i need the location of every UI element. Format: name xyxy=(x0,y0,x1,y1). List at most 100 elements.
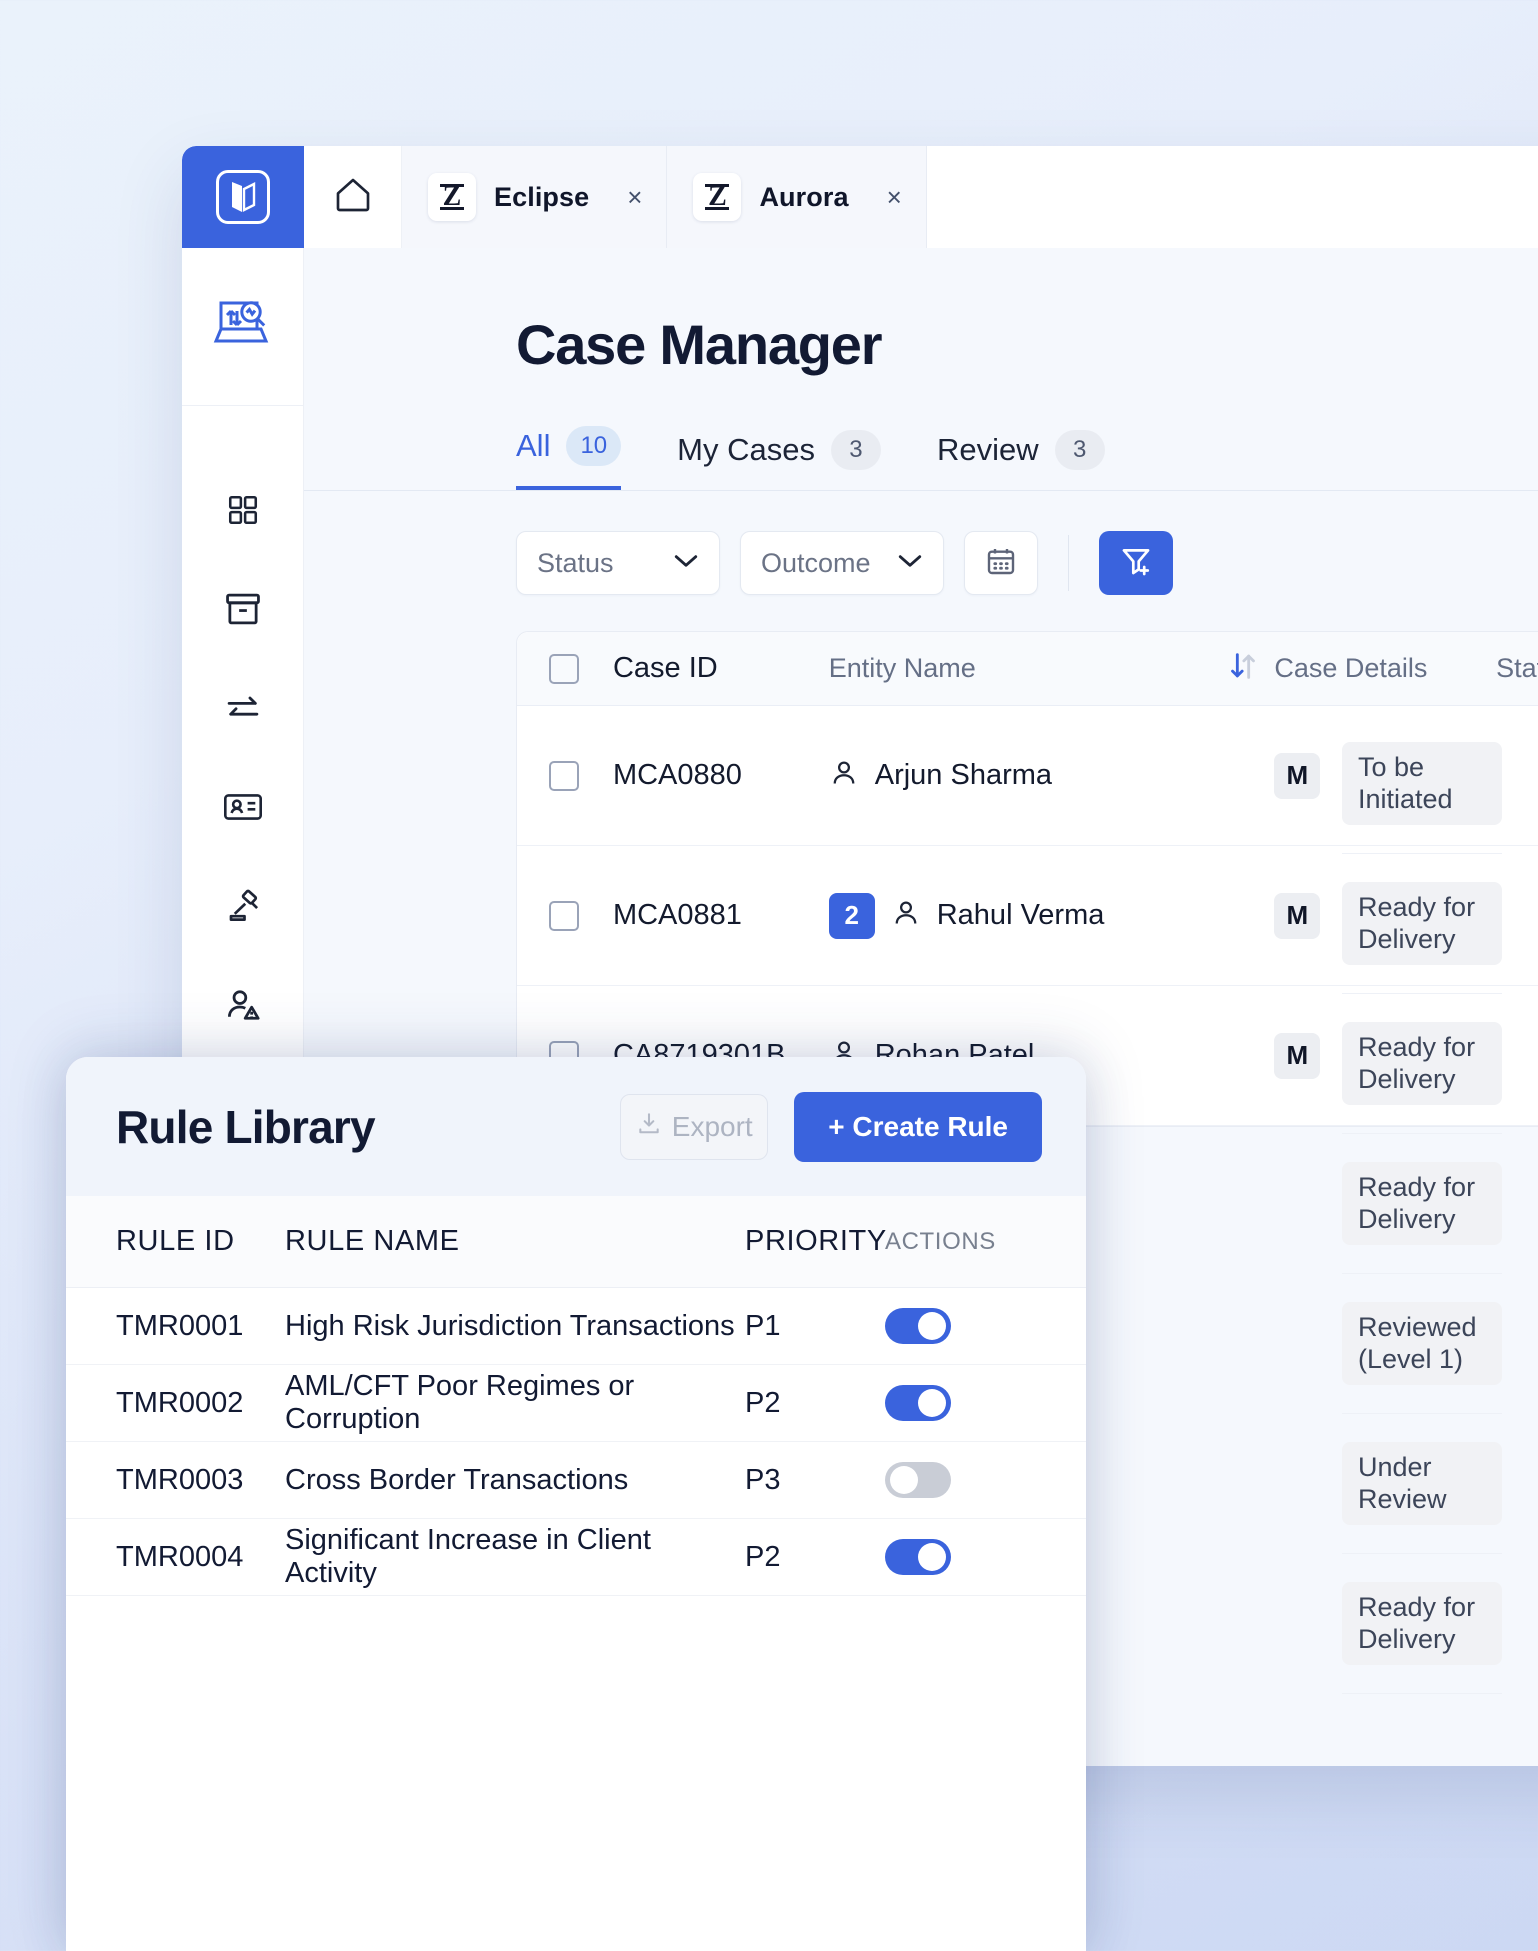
column-header-entity-name[interactable]: Entity Name xyxy=(829,653,1165,684)
rule-library-panel: Rule Library Export + Create Rule RULE I… xyxy=(66,1057,1086,1951)
sidebar-item-transfers[interactable] xyxy=(215,682,271,738)
browser-tab-aurora[interactable]: Z Aurora × xyxy=(667,146,927,248)
column-header-case-details[interactable]: Case Details xyxy=(1274,653,1496,684)
cell-actions xyxy=(885,1385,1035,1421)
sidebar-item-entities[interactable] xyxy=(215,781,271,837)
sidebar-item-cases[interactable] xyxy=(215,880,271,936)
column-header-rule-name[interactable]: RULE NAME xyxy=(285,1225,745,1258)
case-table-header: Case ID Entity Name Case Details Status xyxy=(517,632,1538,706)
select-all-checkbox-cell[interactable] xyxy=(517,653,613,684)
tab-label: My Cases xyxy=(677,432,815,467)
status-cell: Ready for Delivery xyxy=(1342,994,1502,1134)
cell-rule-id: TMR0001 xyxy=(116,1309,244,1342)
case-type-badge: M xyxy=(1274,1032,1321,1079)
table-row[interactable]: TMR0002 AML/CFT Poor Regimes or Corrupti… xyxy=(66,1365,1086,1442)
cell-rule-name: AML/CFT Poor Regimes or Corruption xyxy=(285,1370,635,1435)
tab-label: Review xyxy=(936,432,1039,467)
column-header-case-id[interactable]: Case ID xyxy=(613,652,829,685)
alert-count-badge: 2 xyxy=(828,892,875,939)
cell-entity-name: 2 Rahul Verma xyxy=(828,892,1165,939)
filter-plus-icon xyxy=(1119,544,1153,583)
cell-actions xyxy=(885,1539,1035,1575)
gavel-icon xyxy=(225,889,261,928)
archive-box-icon xyxy=(224,592,262,631)
date-range-filter-button[interactable] xyxy=(964,531,1038,595)
status-badge: Under Review xyxy=(1342,1442,1502,1525)
tab-my-cases[interactable]: My Cases 3 xyxy=(677,430,881,490)
column-header-rule-id[interactable]: RULE ID xyxy=(66,1225,285,1258)
sort-arrows-icon xyxy=(1226,649,1260,688)
row-checkbox[interactable] xyxy=(549,900,579,931)
cell-priority: P3 xyxy=(745,1463,781,1496)
status-badge: Reviewed (Level 1) xyxy=(1342,1302,1502,1385)
filter-toolbar: Status Outcome xyxy=(304,491,1538,595)
status-badge: To be Initiated xyxy=(1342,742,1502,825)
cell-entity-name: Arjun Sharma xyxy=(829,758,1165,793)
cell-case-id: MCA0881 xyxy=(612,899,742,931)
row-checkbox-cell[interactable] xyxy=(517,900,613,931)
tab-label: All xyxy=(516,428,551,463)
cell-actions xyxy=(885,1462,1035,1498)
status-cell: Ready for Delivery xyxy=(1342,1554,1502,1694)
status-badge: Ready for Delivery xyxy=(1342,882,1502,965)
tab-count-badge: 10 xyxy=(566,426,622,466)
page-title: Case Manager xyxy=(516,313,883,376)
tab-label: Eclipse xyxy=(494,181,590,212)
cell-rule-id: TMR0004 xyxy=(116,1540,244,1573)
status-cell: Under Review xyxy=(1342,1414,1502,1554)
sort-control[interactable] xyxy=(1164,649,1274,688)
cell-rule-id: TMR0003 xyxy=(116,1463,244,1496)
sidebar-item-risk-users[interactable] xyxy=(215,979,271,1035)
rule-enabled-toggle[interactable] xyxy=(885,1539,951,1575)
chevron-down-icon xyxy=(897,553,923,574)
column-header-actions[interactable]: ACTIONS xyxy=(885,1228,1035,1256)
rule-enabled-toggle[interactable] xyxy=(885,1385,951,1421)
case-type-badge: M xyxy=(1274,752,1321,799)
outcome-filter-label: Outcome xyxy=(761,547,871,578)
create-rule-button[interactable]: + Create Rule xyxy=(794,1091,1042,1162)
status-filter-select[interactable]: Status xyxy=(516,531,720,595)
rail-product-icon-area[interactable] xyxy=(182,248,303,406)
row-checkbox-cell[interactable] xyxy=(517,760,613,791)
status-column: To be Initiated Ready for Delivery Ready… xyxy=(1342,714,1502,1694)
export-button-label: Export xyxy=(671,1110,753,1142)
table-row[interactable]: TMR0001 High Risk Jurisdiction Transacti… xyxy=(66,1288,1086,1365)
toolbar-divider xyxy=(1068,535,1069,591)
add-filter-button[interactable] xyxy=(1099,531,1173,595)
cell-case-id: MCA0880 xyxy=(612,759,742,791)
sidebar-item-dashboard[interactable] xyxy=(215,484,271,540)
export-button[interactable]: Export xyxy=(620,1093,769,1160)
row-checkbox[interactable] xyxy=(549,760,579,791)
logo-mark-icon xyxy=(216,170,270,224)
browser-tab-eclipse[interactable]: Z Eclipse × xyxy=(402,146,668,248)
table-row[interactable]: TMR0004 Significant Increase in Client A… xyxy=(66,1519,1086,1596)
id-card-icon xyxy=(223,791,263,828)
close-icon[interactable]: × xyxy=(627,184,642,210)
rule-library-header: Rule Library Export + Create Rule xyxy=(66,1057,1086,1196)
sidebar-item-archive[interactable] xyxy=(215,583,271,639)
rule-enabled-toggle[interactable] xyxy=(885,1308,951,1344)
tab-label: Aurora xyxy=(759,181,849,212)
outcome-filter-select[interactable]: Outcome xyxy=(740,531,944,595)
home-tab-button[interactable] xyxy=(304,146,402,248)
table-row[interactable]: TMR0003 Cross Border Transactions P3 xyxy=(66,1442,1086,1519)
cell-priority: P2 xyxy=(745,1386,781,1419)
select-all-checkbox[interactable] xyxy=(549,653,579,684)
rule-enabled-toggle[interactable] xyxy=(885,1462,951,1498)
rule-library-title: Rule Library xyxy=(116,1100,376,1153)
column-header-priority[interactable]: PRIORITY xyxy=(745,1225,886,1258)
status-badge: Ready for Delivery xyxy=(1342,1582,1502,1665)
app-logo[interactable] xyxy=(182,146,304,248)
tab-favicon-icon: Z xyxy=(693,173,742,221)
tab-bar-empty-space xyxy=(926,146,1538,248)
tab-all[interactable]: All 10 xyxy=(516,426,622,490)
browser-tab-bar: Z Eclipse × Z Aurora × xyxy=(182,146,1538,248)
entity-name-text: Rahul Verma xyxy=(936,899,1105,931)
close-icon[interactable]: × xyxy=(887,184,902,210)
cell-rule-name: Cross Border Transactions xyxy=(285,1463,629,1496)
status-cell: To be Initiated xyxy=(1342,714,1502,854)
column-header-status[interactable]: Status xyxy=(1496,653,1538,684)
tab-review[interactable]: Review 3 xyxy=(937,430,1105,490)
cell-actions xyxy=(885,1308,1035,1344)
cell-rule-name: Significant Increase in Client Activity xyxy=(285,1524,651,1589)
